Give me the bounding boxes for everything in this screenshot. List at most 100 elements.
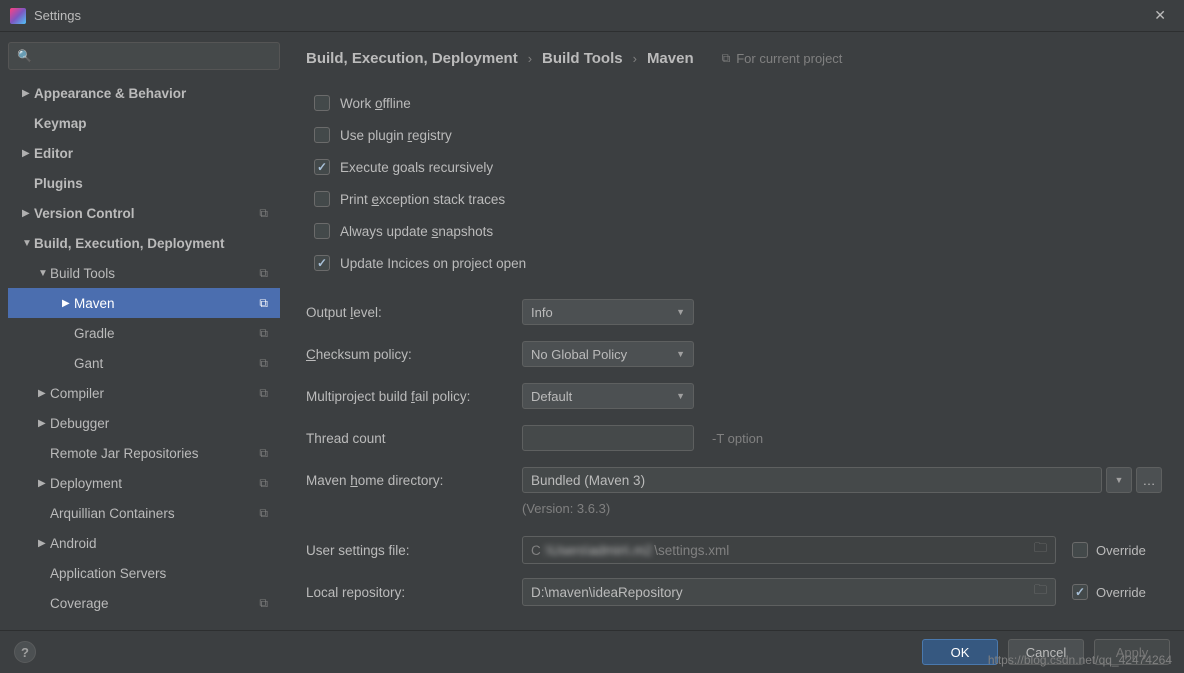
user-settings-field[interactable]: C:\Users\admin\.m2\settings.xml 🗀 (522, 536, 1056, 564)
scope-icon: ⧉ (259, 206, 268, 221)
checksum-select[interactable]: No Global Policy▼ (522, 341, 694, 367)
scope-icon: ⧉ (259, 476, 268, 491)
sidebar-item-label: Coverage (50, 596, 259, 611)
maven-home-label: Maven home directory: (306, 473, 522, 488)
sidebar-item-android[interactable]: ▶Android (8, 528, 280, 558)
thread-count-input[interactable] (522, 425, 694, 451)
sidebar-item-deployment[interactable]: ▶Deployment⧉ (8, 468, 280, 498)
sidebar-item-gant[interactable]: Gant⧉ (8, 348, 280, 378)
chevron-icon: › (633, 51, 637, 66)
sidebar-item-label: Maven (74, 296, 259, 311)
search-input[interactable]: 🔍 (8, 42, 280, 70)
sidebar-item-label: Remote Jar Repositories (50, 446, 259, 461)
checkbox-update-indices[interactable]: Update Incices on project open (314, 247, 1162, 279)
cancel-button[interactable]: Cancel (1008, 639, 1084, 665)
sidebar-item-gradle[interactable]: Gradle⧉ (8, 318, 280, 348)
sidebar-item-keymap[interactable]: Keymap (8, 108, 280, 138)
folder-icon[interactable]: 🗀 (1034, 581, 1047, 603)
expand-icon: ▶ (38, 388, 50, 399)
checkbox-execute-goals[interactable]: Execute goals recursively (314, 151, 1162, 183)
multiproject-label: Multiproject build fail policy: (306, 389, 522, 404)
scope-icon: ⧉ (259, 356, 268, 371)
sidebar-item-label: Android (50, 536, 280, 551)
sidebar-item-build-execution-deployment[interactable]: ▼Build, Execution, Deployment (8, 228, 280, 258)
checkbox[interactable] (314, 127, 330, 143)
checkbox[interactable] (314, 191, 330, 207)
checkbox-always-update[interactable]: Always update snapshots (314, 215, 1162, 247)
sidebar-item-label: Plugins (34, 176, 280, 191)
apply-button[interactable]: Apply (1094, 639, 1170, 665)
sidebar: 🔍 ▶Appearance & BehaviorKeymap▶EditorPlu… (0, 32, 288, 630)
maven-home-browse-button[interactable]: … (1136, 467, 1162, 493)
sidebar-item-label: Debugger (50, 416, 280, 431)
footer: ? OK Cancel Apply (0, 630, 1184, 673)
sidebar-item-label: Gant (74, 356, 259, 371)
breadcrumb: Build, Execution, Deployment › Build Too… (306, 50, 1162, 67)
ok-button[interactable]: OK (922, 639, 998, 665)
checkbox-work-offline[interactable]: Work offline (314, 87, 1162, 119)
sidebar-item-label: Version Control (34, 206, 259, 221)
sidebar-item-compiler[interactable]: ▶Compiler⧉ (8, 378, 280, 408)
scope-icon: ⧉ (259, 446, 268, 461)
local-repo-field[interactable]: D:\maven\ideaRepository 🗀 (522, 578, 1056, 606)
breadcrumb-a[interactable]: Build, Execution, Deployment (306, 50, 518, 67)
ellipsis-icon: … (1143, 473, 1156, 488)
window-title: Settings (34, 8, 1146, 23)
expand-icon: ▶ (22, 148, 34, 159)
close-icon[interactable]: ✕ (1146, 3, 1174, 28)
sidebar-item-build-tools[interactable]: ▼Build Tools⧉ (8, 258, 280, 288)
sidebar-item-label: Deployment (50, 476, 259, 491)
sidebar-item-label: Arquillian Containers (50, 506, 259, 521)
search-field[interactable] (36, 49, 271, 64)
sidebar-item-appearance-behavior[interactable]: ▶Appearance & Behavior (8, 78, 280, 108)
sidebar-item-debugger[interactable]: ▶Debugger (8, 408, 280, 438)
checkbox-label: Work offline (340, 96, 411, 111)
sidebar-item-application-servers[interactable]: Application Servers (8, 558, 280, 588)
expand-icon: ▶ (22, 88, 34, 99)
expand-icon: ▶ (38, 418, 50, 429)
breadcrumb-c[interactable]: Maven (647, 50, 694, 67)
expand-icon: ▼ (22, 238, 34, 249)
main-panel: Build, Execution, Deployment › Build Too… (288, 32, 1184, 630)
multiproject-select[interactable]: Default▼ (522, 383, 694, 409)
maven-version: (Version: 3.6.3) (522, 501, 1162, 529)
checkbox-group: Work offline Use plugin registry Execute g… (314, 87, 1162, 279)
sidebar-item-remote-jar-repositories[interactable]: Remote Jar Repositories⧉ (8, 438, 280, 468)
checkbox-print-exception[interactable]: Print exception stack traces (314, 183, 1162, 215)
sidebar-item-arquillian-containers[interactable]: Arquillian Containers⧉ (8, 498, 280, 528)
folder-icon[interactable]: 🗀 (1034, 539, 1047, 561)
help-button[interactable]: ? (14, 641, 36, 663)
sidebar-item-plugins[interactable]: Plugins (8, 168, 280, 198)
thread-count-label: Thread count (306, 431, 522, 446)
checkbox[interactable] (314, 95, 330, 111)
checkbox[interactable] (314, 223, 330, 239)
output-level-select[interactable]: Info▼ (522, 299, 694, 325)
expand-icon: ▶ (38, 538, 50, 549)
titlebar: Settings ✕ (0, 0, 1184, 32)
checkbox-label: Execute goals recursively (340, 160, 493, 175)
scope-icon: ⧉ (259, 386, 268, 401)
output-level-label: Output level: (306, 305, 522, 320)
maven-home-dropdown-button[interactable]: ▼ (1106, 467, 1132, 493)
checkbox[interactable] (314, 159, 330, 175)
maven-home-combo[interactable]: Bundled (Maven 3) (522, 467, 1102, 493)
checkbox[interactable] (314, 255, 330, 271)
sidebar-item-editor[interactable]: ▶Editor (8, 138, 280, 168)
sidebar-item-label: Appearance & Behavior (34, 86, 280, 101)
override-label: Override (1096, 585, 1146, 600)
scope-icon: ⧉ (259, 296, 268, 311)
checkbox-label: Update Incices on project open (340, 256, 526, 271)
sidebar-item-maven[interactable]: ▶Maven⧉ (8, 288, 280, 318)
chevron-down-icon: ▼ (676, 349, 685, 359)
scope-hint: ⧉ For current project (722, 51, 843, 66)
breadcrumb-b[interactable]: Build Tools (542, 50, 623, 67)
app-icon (10, 8, 26, 24)
sidebar-item-coverage[interactable]: Coverage⧉ (8, 588, 280, 618)
override-label: Override (1096, 543, 1146, 558)
local-repo-override-checkbox[interactable] (1072, 584, 1088, 600)
sidebar-item-version-control[interactable]: ▶Version Control⧉ (8, 198, 280, 228)
expand-icon: ▼ (38, 268, 50, 279)
checkbox-plugin-registry[interactable]: Use plugin registry (314, 119, 1162, 151)
settings-tree: ▶Appearance & BehaviorKeymap▶EditorPlugi… (8, 78, 280, 618)
user-settings-override-checkbox[interactable] (1072, 542, 1088, 558)
